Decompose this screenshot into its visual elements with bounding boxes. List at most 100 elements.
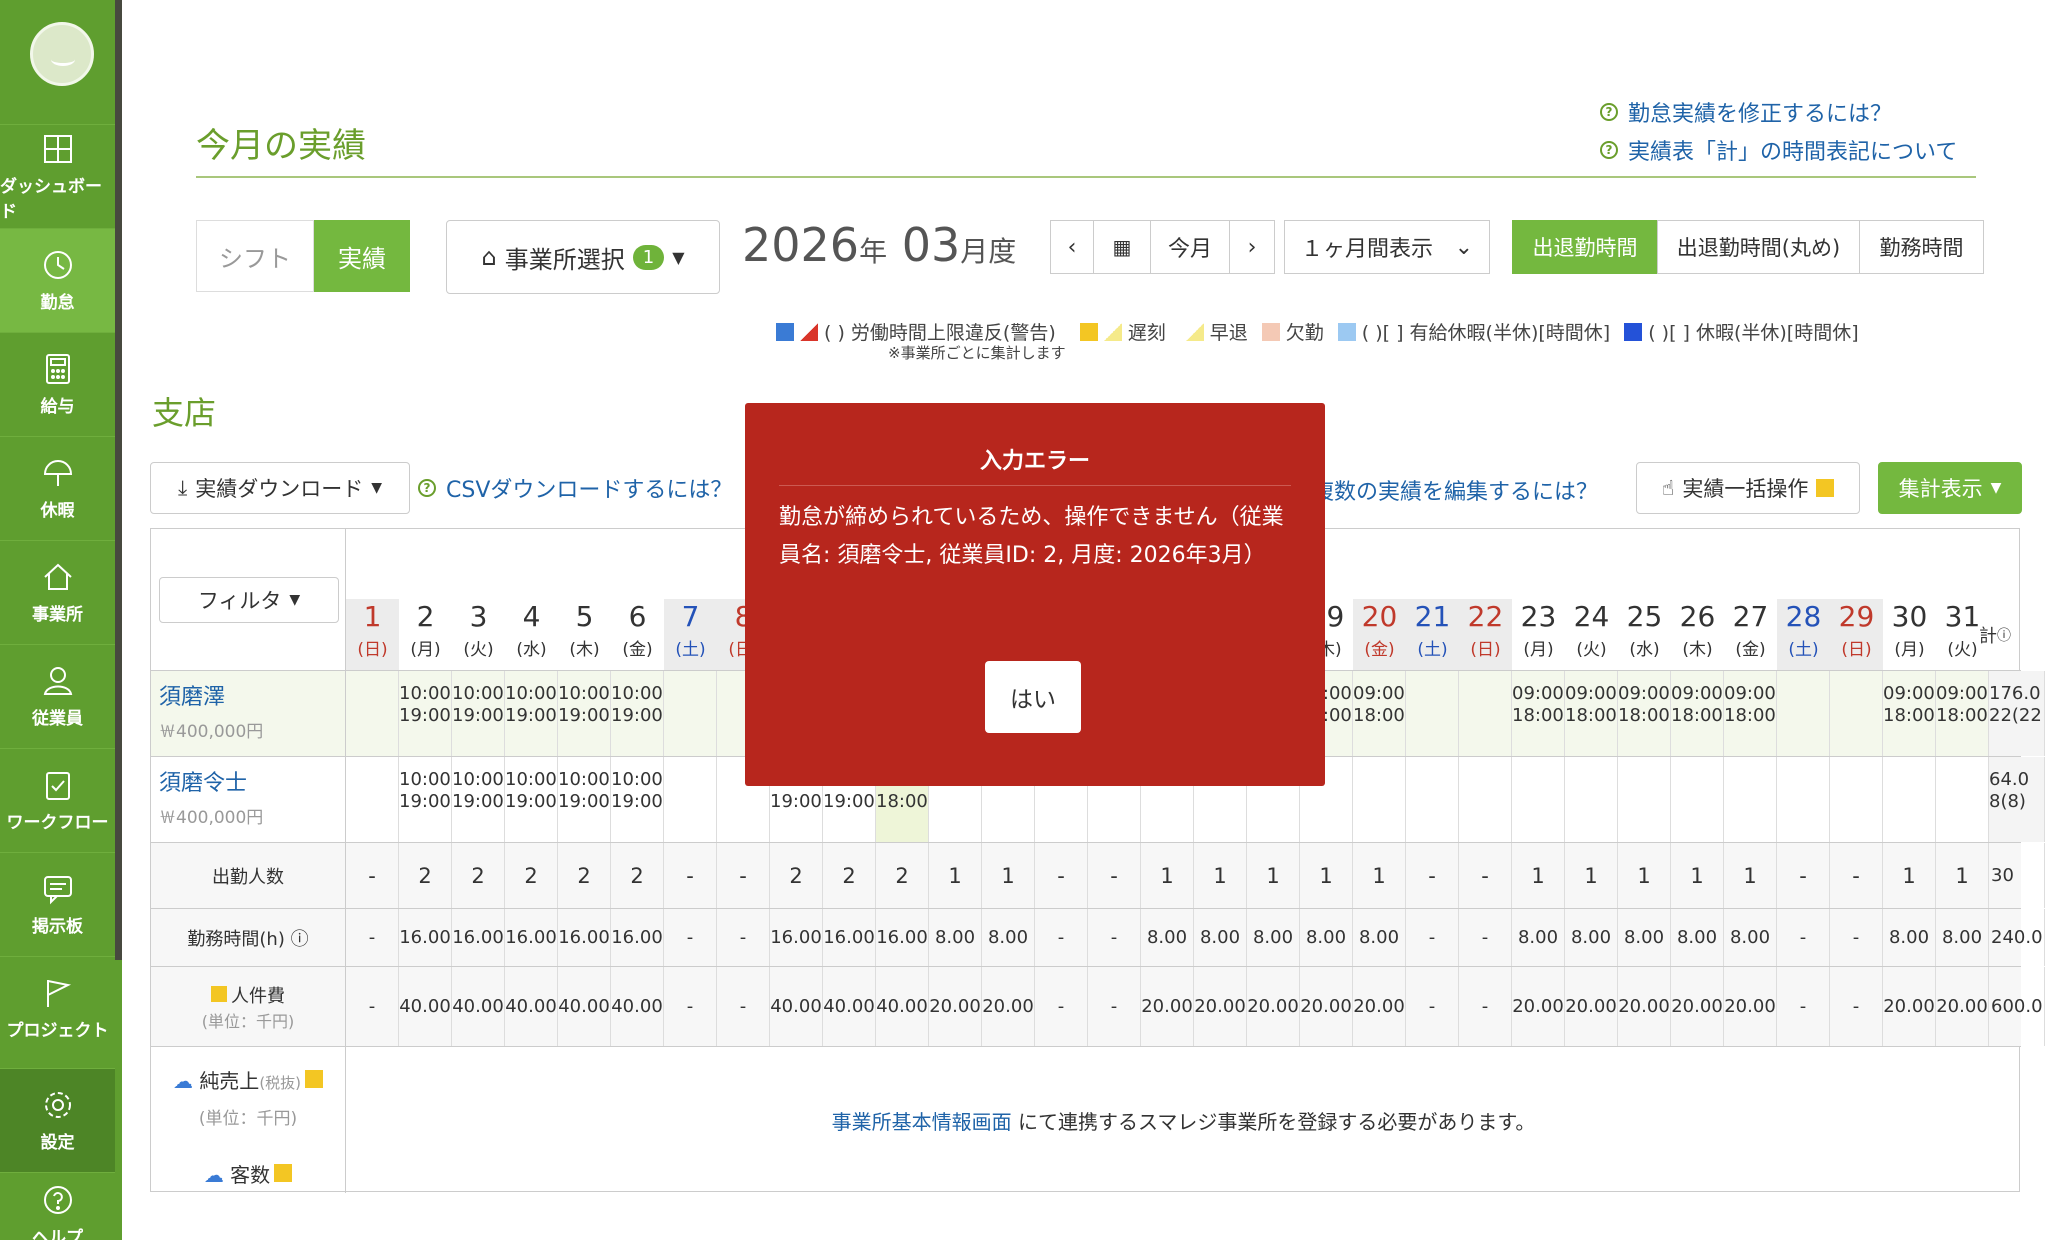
mode-rounded[interactable]: 出退勤時間(丸め) (1657, 220, 1860, 274)
shift-time (1883, 769, 1935, 791)
sidebar-item-chat[interactable]: 掲示板 (0, 852, 115, 956)
calendar-icon: ▦ (1112, 235, 1132, 259)
shift-time: 10:00 (452, 683, 504, 704)
shift-cell[interactable] (1353, 757, 1406, 842)
mode-clock-in-out[interactable]: 出退勤時間 (1512, 220, 1658, 274)
shift-time: 10:00 (611, 683, 663, 704)
stats-cell: - (346, 843, 399, 908)
logo[interactable] (30, 22, 94, 86)
shift-cell[interactable]: 09:00 18:00 (1883, 671, 1936, 756)
shift-cell[interactable] (1565, 757, 1618, 842)
shift-cell[interactable]: 10:00 19:00 (611, 757, 664, 842)
range-select[interactable]: １ヶ月間表示 ⌄ (1284, 220, 1490, 274)
sidebar-item-clock[interactable]: 勤怠 (0, 228, 115, 332)
shift-cell[interactable] (1618, 757, 1671, 842)
shift-cell[interactable]: 10:00 19:00 (452, 671, 505, 756)
prev-month-button[interactable]: ‹ (1050, 220, 1094, 274)
stats-cell: 1 (1618, 843, 1671, 908)
office-info-link[interactable]: 事業所基本情報画面 (832, 1106, 1012, 1135)
shift-cell[interactable] (346, 757, 399, 842)
shift-cell[interactable]: 09:00 18:00 (1724, 671, 1777, 756)
stats-cell: - (346, 967, 399, 1046)
employee-name-link[interactable]: 須磨澤 (159, 679, 337, 711)
shift-cell[interactable] (1777, 757, 1830, 842)
day-header: 6 (金) (611, 599, 664, 671)
stats-label: 勤務時間(h) ⓘ (151, 909, 346, 966)
help-link-total[interactable]: ? 実績表「計」の時間表記について (1600, 134, 1957, 166)
shift-cell[interactable]: 09:00 18:00 (1565, 671, 1618, 756)
shift-cell[interactable]: 09:00 18:00 (1671, 671, 1724, 756)
csv-help-link[interactable]: ? CSVダウンロードするには？ (418, 472, 732, 504)
day-header: 26 (木) (1671, 599, 1724, 671)
shift-cell[interactable] (664, 757, 717, 842)
day-weekday: (金) (1364, 640, 1395, 660)
warning-swatch (800, 322, 818, 341)
sidebar-item-dashboard[interactable]: ダッシュボード (0, 124, 115, 228)
grid-corner: フィルタ ▼ (151, 529, 346, 671)
shift-time: 18:00 (876, 791, 928, 812)
stats-cell: - (346, 909, 399, 966)
chevron-down-icon: ⌄ (1454, 234, 1473, 260)
shift-cell[interactable] (1777, 671, 1830, 756)
sidebar-item-flag[interactable]: プロジェクト (0, 956, 115, 1060)
shift-time: 10:00 (399, 683, 451, 704)
shift-cell[interactable]: 10:00 19:00 (399, 757, 452, 842)
shift-cell[interactable] (664, 671, 717, 756)
bulk-operation-button[interactable]: ☝ 実績一括操作 (1636, 462, 1860, 514)
shift-time: 18:00 (1618, 705, 1670, 726)
shift-cell[interactable]: 09:00 18:00 (1618, 671, 1671, 756)
stats-cell: 20.00 (1883, 967, 1936, 1046)
sidebar-scrollbar[interactable] (115, 0, 122, 960)
sidebar-item-label: プロジェクト (6, 1021, 109, 1041)
shift-cell[interactable] (1883, 757, 1936, 842)
sidebar-item-gear[interactable]: 設定 (0, 1068, 115, 1172)
shift-cell[interactable]: 10:00 19:00 (505, 757, 558, 842)
shift-cell[interactable] (1512, 757, 1565, 842)
help-link-edit[interactable]: ? 勤怠実績を修正するには？ (1600, 96, 1892, 128)
shift-cell[interactable] (1936, 757, 1989, 842)
shift-cell[interactable]: 10:00 19:00 (558, 671, 611, 756)
shift-cell[interactable]: 09:00 18:00 (1512, 671, 1565, 756)
shift-time: 10:00 (505, 683, 557, 704)
shift-cell[interactable] (1671, 757, 1724, 842)
mode-work-time[interactable]: 勤務時間 (1859, 220, 1984, 274)
shift-cell[interactable] (1830, 671, 1883, 756)
shift-cell[interactable] (1459, 757, 1512, 842)
sidebar-item-home[interactable]: 事業所 (0, 540, 115, 644)
shift-cell[interactable]: 10:00 19:00 (611, 671, 664, 756)
shift-cell[interactable] (1724, 757, 1777, 842)
shift-cell[interactable] (1406, 757, 1459, 842)
shift-cell[interactable]: 10:00 19:00 (452, 757, 505, 842)
this-month-button[interactable]: 今月 (1150, 220, 1230, 274)
aggregate-button[interactable]: 集計表示 ▼ (1878, 462, 2022, 514)
office-select-dropdown[interactable]: ⌂ 事業所選択 1 ▼ (446, 220, 720, 294)
sidebar-item-calculator[interactable]: 給与 (0, 332, 115, 436)
shift-cell[interactable]: 10:00 19:00 (558, 757, 611, 842)
shift-cell[interactable]: 09:00 18:00 (1936, 671, 1989, 756)
shift-cell[interactable] (346, 671, 399, 756)
tab-actual[interactable]: 実績 (314, 220, 410, 292)
next-month-button[interactable]: › (1229, 220, 1275, 274)
filter-button[interactable]: フィルタ ▼ (159, 577, 339, 623)
dialog-ok-button[interactable]: はい (985, 661, 1081, 733)
shift-cell[interactable]: 10:00 19:00 (505, 671, 558, 756)
shift-time (1830, 769, 1882, 791)
shift-time (346, 683, 398, 705)
shift-cell[interactable] (1459, 671, 1512, 756)
tab-shift[interactable]: シフト (196, 220, 314, 292)
stats-cell: 8.00 (1724, 909, 1777, 966)
employee-name-link[interactable]: 須磨令士 (159, 765, 337, 797)
download-button[interactable]: ⤓ 実績ダウンロード ▼ (150, 462, 410, 514)
calendar-button[interactable]: ▦ (1093, 220, 1151, 274)
shift-cell[interactable]: 10:00 19:00 (399, 671, 452, 756)
sidebar-item-question[interactable]: ヘルプ (0, 1172, 115, 1248)
sidebar-item-person[interactable]: 従業員 (0, 644, 115, 748)
day-number: 5 (575, 600, 594, 633)
sidebar-item-umbrella[interactable]: 休暇 (0, 436, 115, 540)
shift-cell[interactable] (1830, 757, 1883, 842)
sidebar-item-clipboard-check[interactable]: ワークフロー (0, 748, 115, 852)
shift-cell[interactable] (1406, 671, 1459, 756)
multi-edit-help-link[interactable]: 複数の実績を編集するには？ (1312, 474, 1598, 506)
section-title: 支店 (152, 394, 217, 432)
shift-cell[interactable]: 09:00 18:00 (1353, 671, 1406, 756)
